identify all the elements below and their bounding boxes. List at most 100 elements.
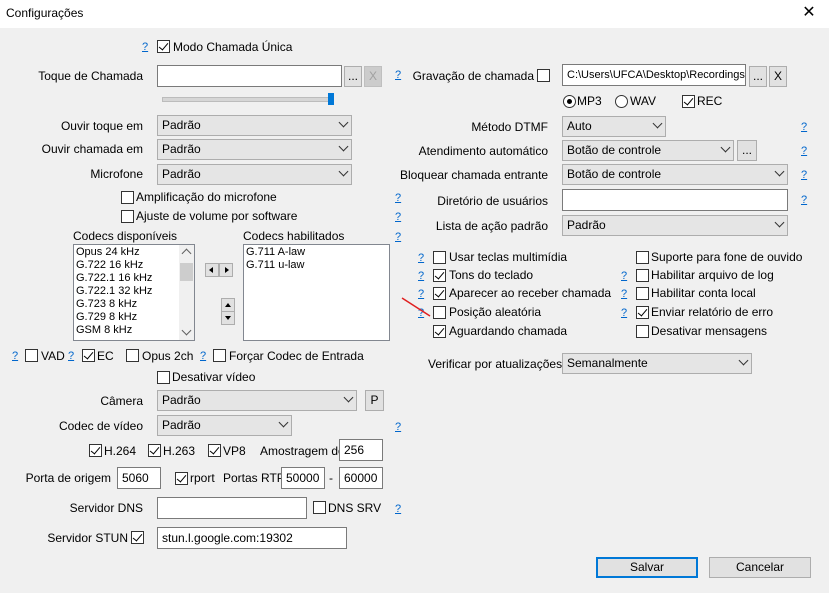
help-link[interactable]: ? [200,349,206,363]
move-up-button[interactable] [221,298,235,312]
arquivo-log-checkbox[interactable] [636,269,649,282]
arrow-down-icon [225,316,231,320]
h263-checkbox[interactable] [148,444,161,457]
save-button[interactable]: Salvar [596,557,698,578]
microfone-select[interactable]: Padrão [157,164,352,185]
help-link[interactable]: ? [621,306,627,320]
scrollbar[interactable] [179,245,194,340]
codecs-enabled-list[interactable]: G.711 A-law G.711 u-law [243,244,390,341]
close-icon[interactable]: ✕ [796,2,822,24]
diretorio-label: Diretório de usuários [437,194,548,208]
relatorio-erro-checkbox[interactable] [636,306,649,319]
conta-local-checkbox[interactable] [636,287,649,300]
bloquear-select[interactable]: Botão de controle [562,164,788,185]
atualizacoes-select[interactable]: Semanalmente [562,353,752,374]
codec-available-item[interactable]: GSM 8 kHz [76,324,192,337]
codecs-available-list[interactable]: Opus 24 kHz G.722 16 kHz G.722.1 16 kHz G.7… [73,244,195,341]
help-link[interactable]: ? [801,168,807,182]
rtp-to-input[interactable]: 60000 [339,467,383,489]
camera-preview-button[interactable]: P [365,390,384,411]
porta-origem-input[interactable]: 5060 [117,467,161,489]
codec-available-item[interactable]: G.723 8 kHz [76,298,192,311]
usar-teclas-checkbox[interactable] [433,251,446,264]
codec-enabled-item[interactable]: G.711 u-law [246,259,387,272]
ouvir-toque-select[interactable]: Padrão [157,115,352,136]
help-link[interactable]: ? [621,287,627,301]
vad-checkbox[interactable] [25,349,38,362]
toque-browse-button[interactable]: ... [344,66,362,87]
toque-clear-button[interactable]: X [364,66,382,87]
desativar-mensagens-checkbox[interactable] [636,325,649,338]
mp3-radio[interactable] [563,95,576,108]
help-link[interactable]: ? [418,251,424,265]
usar-teclas-label: Usar teclas multimídia [449,250,568,264]
ouvir-chamada-select[interactable]: Padrão [157,139,352,160]
help-link[interactable]: ? [395,502,401,516]
dns-srv-checkbox[interactable] [313,501,326,514]
h264-checkbox[interactable] [89,444,102,457]
amostragem-input[interactable]: 256 [339,439,383,461]
aguardando-checkbox[interactable] [433,325,446,338]
dns-input[interactable] [157,497,307,519]
gravacao-checkbox[interactable] [537,69,550,82]
stun-checkbox[interactable] [131,531,144,544]
ajuste-volume-checkbox[interactable] [121,210,134,223]
codec-available-item[interactable]: G.722.1 16 kHz [76,272,192,285]
help-link[interactable]: ? [801,193,807,207]
diretorio-input[interactable] [562,189,788,211]
mp3-label: MP3 [577,94,602,108]
posicao-aleatoria-checkbox[interactable] [433,306,446,319]
help-link[interactable]: ? [142,40,148,54]
help-link[interactable]: ? [68,349,74,363]
codec-available-item[interactable]: G.722.1 32 kHz [76,285,192,298]
rtp-dash: - [329,471,333,485]
codec-video-select[interactable]: Padrão [157,415,292,436]
suporte-fone-label: Suporte para fone de ouvido [651,250,803,264]
cancel-button[interactable]: Cancelar [709,557,811,578]
camera-select[interactable]: Padrão [157,390,357,411]
ouvir-toque-label: Ouvir toque em [60,119,143,133]
help-link[interactable]: ? [418,269,424,283]
codec-available-item[interactable]: Opus 24 kHz [76,246,192,259]
move-right-button[interactable] [219,263,233,277]
codec-enabled-item[interactable]: G.711 A-law [246,246,387,259]
stun-label: Servidor STUN [47,531,128,545]
aparecer-checkbox[interactable] [433,287,446,300]
help-link[interactable]: ? [801,144,807,158]
vp8-checkbox[interactable] [208,444,221,457]
codec-available-item[interactable]: G.722 16 kHz [76,259,192,272]
codec-video-value: Padrão [162,418,201,432]
help-link[interactable]: ? [12,349,18,363]
lista-acao-select[interactable]: Padrão [562,215,788,236]
move-left-button[interactable] [205,263,219,277]
volume-slider-track[interactable] [162,97,334,102]
wav-radio[interactable] [615,95,628,108]
desativar-video-checkbox[interactable] [157,371,170,384]
rec-checkbox[interactable] [682,95,695,108]
amplificacao-checkbox[interactable] [121,191,134,204]
forcar-codec-checkbox[interactable] [213,349,226,362]
stun-input[interactable]: stun.l.google.com:19302 [157,527,347,549]
tons-teclado-checkbox[interactable] [433,269,446,282]
rport-checkbox[interactable] [175,472,188,485]
help-link[interactable]: ? [621,269,627,283]
rtp-from-input[interactable]: 50000 [281,467,325,489]
ec-label: EC [97,349,114,363]
opus2ch-checkbox[interactable] [126,349,139,362]
help-link[interactable]: ? [395,420,401,434]
dtmf-select[interactable]: Auto [562,116,666,137]
gravacao-path-input[interactable]: C:\Users\UFCA\Desktop\Recordings [562,64,746,86]
ec-checkbox[interactable] [82,349,95,362]
gravacao-browse-button[interactable]: ... [749,66,767,87]
scrollbar-thumb[interactable] [180,263,193,281]
help-link[interactable]: ? [801,120,807,134]
volume-slider-thumb[interactable] [328,93,334,105]
atendimento-options-button[interactable]: ... [737,140,757,161]
move-down-button[interactable] [221,311,235,325]
toque-input[interactable] [157,65,342,87]
modo-chamada-unica-checkbox[interactable] [157,40,170,53]
suporte-fone-checkbox[interactable] [636,251,649,264]
atendimento-select[interactable]: Botão de controle [562,140,734,161]
codec-available-item[interactable]: G.729 8 kHz [76,311,192,324]
gravacao-clear-button[interactable]: X [769,66,787,87]
